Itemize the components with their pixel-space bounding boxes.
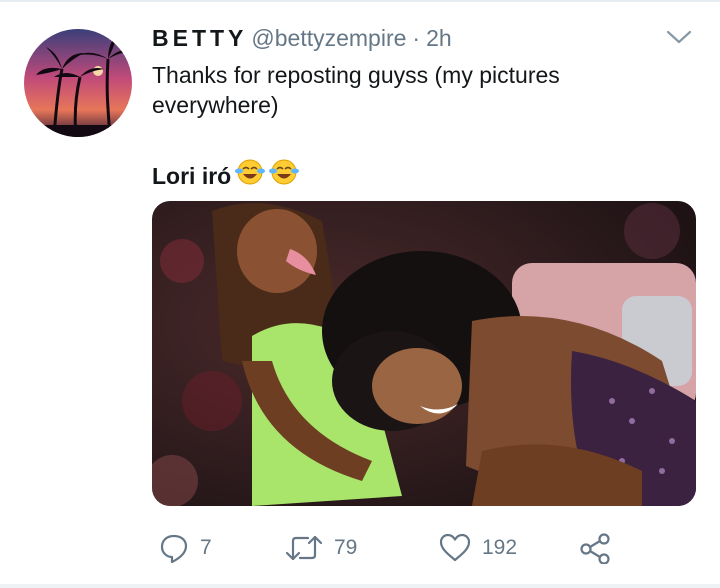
avatar-image xyxy=(24,29,132,137)
header-separator: · xyxy=(412,25,421,51)
avatar[interactable] xyxy=(24,29,132,137)
retweet-button[interactable]: 79 xyxy=(284,528,357,568)
tweet-text: Thanks for reposting guyss (my pictures … xyxy=(152,60,672,189)
tweet-header: BETTY @bettyzempire · 2h xyxy=(152,25,660,55)
tweet-actions: 7 79 192 xyxy=(152,528,672,568)
tweet-text-line: Thanks for reposting guyss (my pictures xyxy=(152,62,560,88)
retweet-icon xyxy=(285,535,323,561)
face-with-tears-of-joy-icon xyxy=(235,158,266,193)
bottom-divider xyxy=(0,584,720,588)
tweet-text-line: everywhere) xyxy=(152,92,279,118)
user-handle[interactable]: @bettyzempire xyxy=(251,25,406,52)
like-count: 192 xyxy=(482,536,518,559)
photo-image xyxy=(152,201,696,506)
reply-count: 7 xyxy=(200,536,212,559)
tweet-text-line: Lori iró xyxy=(152,158,300,193)
share-button[interactable] xyxy=(578,528,612,568)
reply-button[interactable]: 7 xyxy=(158,528,212,568)
tweet-timestamp[interactable]: 2h xyxy=(426,25,452,52)
tweet-text-bold: Lori iró xyxy=(152,162,232,189)
like-button[interactable]: 192 xyxy=(438,528,517,568)
face-with-tears-of-joy-icon xyxy=(269,158,300,193)
display-name[interactable]: BETTY xyxy=(152,25,247,52)
tweet-media-photo[interactable] xyxy=(152,201,696,506)
heart-icon xyxy=(439,533,471,562)
top-divider xyxy=(0,0,720,2)
share-icon xyxy=(580,533,610,564)
retweet-count: 79 xyxy=(334,536,358,559)
chevron-down-icon[interactable] xyxy=(664,26,694,48)
reply-icon xyxy=(160,534,188,564)
